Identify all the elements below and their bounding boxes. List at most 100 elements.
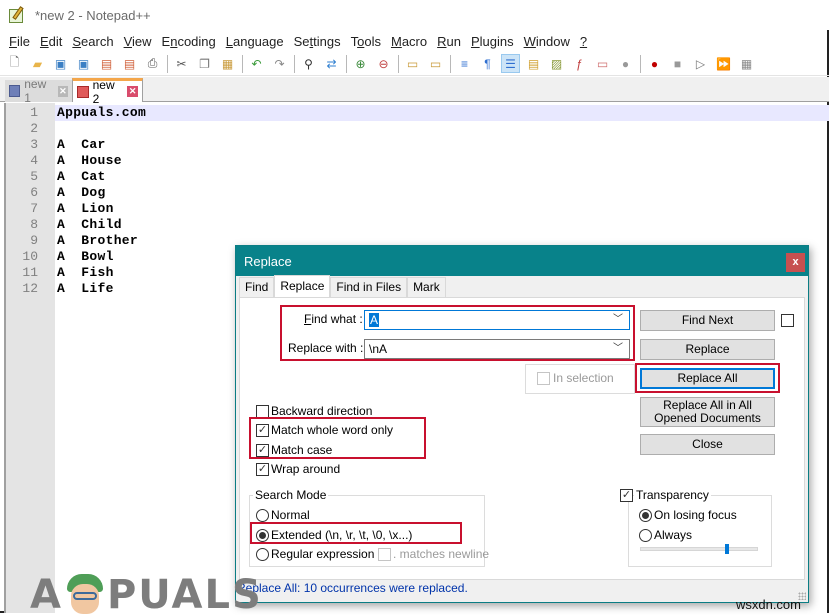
editor-line[interactable]: 2 <box>6 121 829 137</box>
menu-settings[interactable]: Settings <box>289 34 346 49</box>
line-text: A Fish <box>57 265 114 280</box>
user-defined-language-icon[interactable]: ▤ <box>525 55 542 72</box>
wrap-around-checkbox[interactable]: ✓ <box>256 463 269 476</box>
editor-line[interactable]: 7 A Lion <box>6 201 829 217</box>
find-next-extra-checkbox[interactable] <box>781 314 794 327</box>
transparency-slider[interactable] <box>640 547 758 551</box>
menu-run[interactable]: Run <box>432 34 466 49</box>
tab-find[interactable]: Find <box>239 277 275 297</box>
paste-icon[interactable]: ▦ <box>219 55 236 72</box>
tab-new-1[interactable]: new 1 ✕ <box>5 77 72 105</box>
copy-icon[interactable]: ❐ <box>196 55 213 72</box>
replace-icon[interactable]: ⇄ <box>323 55 340 72</box>
zoom-out-icon[interactable]: ⊖ <box>375 55 392 72</box>
save-macro-icon[interactable]: ▦ <box>738 55 755 72</box>
on-losing-focus-radio[interactable] <box>639 509 652 522</box>
replace-all-button[interactable]: Replace All <box>640 368 775 389</box>
word-wrap-icon[interactable]: ≡ <box>456 55 473 72</box>
menu-file[interactable]: File <box>4 34 35 49</box>
chevron-down-icon[interactable]: ﹀ <box>613 340 623 358</box>
line-number: 2 <box>30 121 38 136</box>
document-map-icon[interactable]: ▨ <box>548 55 565 72</box>
tab-mark[interactable]: Mark <box>407 277 446 297</box>
editor-line[interactable]: 3 A Car <box>6 137 829 153</box>
matches-newline-checkbox[interactable] <box>378 548 391 561</box>
match-whole-word-checkbox[interactable]: ✓ <box>256 424 269 437</box>
document-tab-bar: new 1 ✕ new 2 ✕ <box>0 77 829 106</box>
menu-language[interactable]: Language <box>221 34 289 49</box>
tab-close-icon[interactable]: ✕ <box>57 85 68 97</box>
record-macro-icon[interactable]: ● <box>646 55 663 72</box>
editor-line[interactable]: 1 Appuals.com <box>6 105 829 121</box>
indent-guide-icon[interactable]: ☰ <box>501 54 520 73</box>
extended-mode-radio[interactable] <box>256 529 269 542</box>
tab-find-in-files[interactable]: Find in Files <box>330 277 408 297</box>
folder-as-workspace-icon[interactable]: ▭ <box>594 55 611 72</box>
playback-macro-icon[interactable]: ▷ <box>692 55 709 72</box>
menu-edit[interactable]: Edit <box>35 34 67 49</box>
replace-with-value: \nA <box>369 342 388 356</box>
editor-line[interactable]: 8 A Child <box>6 217 829 233</box>
menu-search[interactable]: Search <box>67 34 118 49</box>
menu-window[interactable]: Window <box>519 34 575 49</box>
notepadpp-app-icon <box>9 6 27 24</box>
close-icon[interactable]: x <box>786 253 805 272</box>
save-all-icon[interactable]: ▣ <box>75 55 92 72</box>
dialog-title-bar[interactable]: Replace x <box>236 246 808 276</box>
function-list-icon[interactable]: ƒ <box>571 55 588 72</box>
print-icon[interactable]: ⎙ <box>144 55 161 72</box>
tab-label: new 2 <box>92 77 115 106</box>
close-button[interactable]: Close <box>640 434 775 455</box>
chevron-down-icon[interactable]: ﹀ <box>613 311 623 329</box>
find-next-button[interactable]: Find Next <box>640 310 775 331</box>
line-text: A House <box>57 153 122 168</box>
monitoring-icon[interactable]: ● <box>617 55 634 72</box>
tab-close-icon[interactable]: ✕ <box>127 86 138 97</box>
watermark-text-right: PUALS <box>106 572 263 615</box>
menu-help[interactable]: ? <box>575 34 592 49</box>
menu-macro[interactable]: Macro <box>386 34 432 49</box>
find-what-input[interactable]: A ﹀ <box>364 310 630 330</box>
tab-replace[interactable]: Replace <box>274 275 331 297</box>
menu-tools[interactable]: Tools <box>346 34 386 49</box>
menu-plugins[interactable]: Plugins <box>466 34 519 49</box>
sync-vertical-icon[interactable]: ▭ <box>404 55 421 72</box>
menu-encoding[interactable]: Encoding <box>157 34 221 49</box>
match-whole-word-label: Match whole word only <box>271 423 394 437</box>
replace-with-input[interactable]: \nA ﹀ <box>364 339 630 359</box>
editor-line[interactable]: 4 A House <box>6 153 829 169</box>
normal-mode-label: Normal <box>271 508 310 522</box>
zoom-in-icon[interactable]: ⊕ <box>352 55 369 72</box>
line-number: 10 <box>22 249 38 264</box>
close-all-icon[interactable]: ▤ <box>121 55 138 72</box>
close-icon[interactable]: ▤ <box>98 55 115 72</box>
regex-mode-radio[interactable] <box>256 548 269 561</box>
wrap-around-label: Wrap around <box>271 462 341 476</box>
match-case-checkbox[interactable]: ✓ <box>256 444 269 457</box>
sync-horizontal-icon[interactable]: ▭ <box>427 55 444 72</box>
menu-view[interactable]: View <box>119 34 157 49</box>
editor-line[interactable]: 5 A Cat <box>6 169 829 185</box>
transparency-slider-thumb[interactable] <box>725 544 729 554</box>
always-radio[interactable] <box>639 529 652 542</box>
run-macro-multiple-icon[interactable]: ⏩ <box>715 55 732 72</box>
stop-recording-icon[interactable]: ■ <box>669 55 686 72</box>
save-icon[interactable]: ▣ <box>52 55 69 72</box>
redo-icon[interactable]: ↷ <box>271 55 288 72</box>
replace-button[interactable]: Replace <box>640 339 775 360</box>
saved-file-icon <box>9 85 21 97</box>
new-file-icon[interactable]: 🗋 <box>6 55 23 72</box>
extended-mode-label: Extended (\n, \r, \t, \0, \x...) <box>271 528 413 542</box>
backward-direction-checkbox[interactable] <box>256 405 269 418</box>
tab-new-2[interactable]: new 2 ✕ <box>72 78 143 106</box>
cut-icon[interactable]: ✂ <box>173 55 190 72</box>
open-file-icon[interactable]: ▰ <box>29 55 46 72</box>
editor-line[interactable]: 6 A Dog <box>6 185 829 201</box>
replace-all-opened-button[interactable]: Replace All in All Opened Documents <box>640 397 775 427</box>
find-icon[interactable]: ⚲ <box>300 55 317 72</box>
undo-icon[interactable]: ↶ <box>248 55 265 72</box>
in-selection-checkbox[interactable] <box>537 372 550 385</box>
show-all-characters-icon[interactable]: ¶ <box>479 55 496 72</box>
normal-mode-radio[interactable] <box>256 509 269 522</box>
transparency-checkbox[interactable]: ✓ <box>620 489 633 502</box>
